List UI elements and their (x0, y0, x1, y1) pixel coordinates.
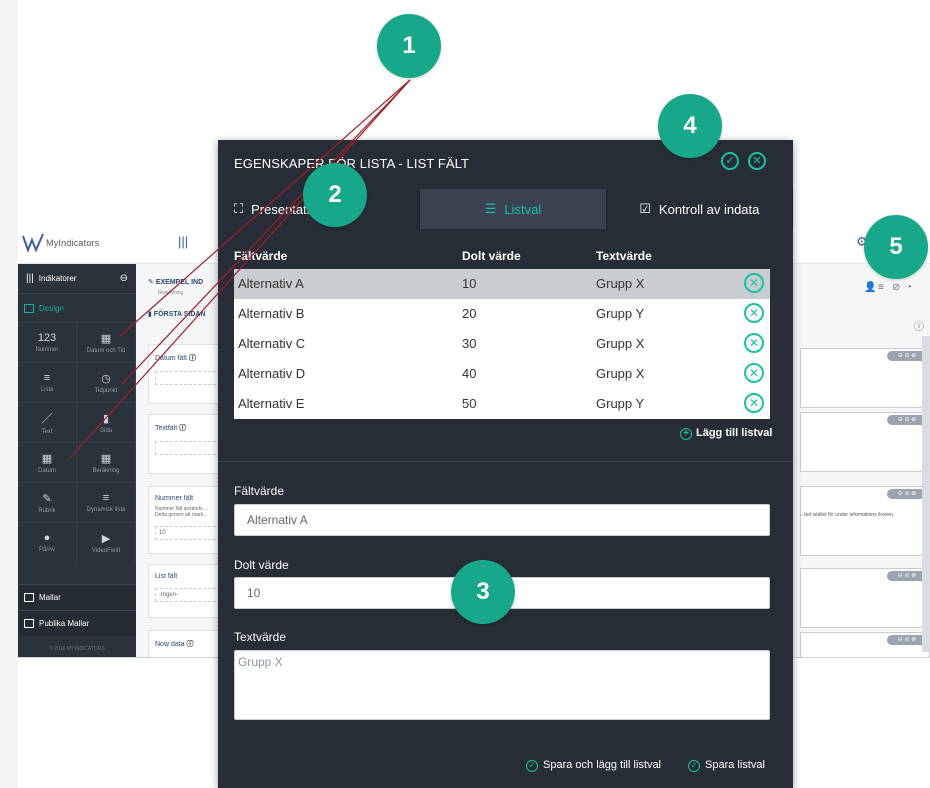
callout-badge-3: 3 (451, 560, 515, 624)
callout-badge-1: 1 (377, 14, 441, 78)
callout-lines (69, 79, 411, 459)
callout-badge-2: 2 (303, 163, 367, 227)
callout-badge-5: 5 (864, 215, 928, 279)
callout-badge-4: 4 (658, 94, 722, 158)
